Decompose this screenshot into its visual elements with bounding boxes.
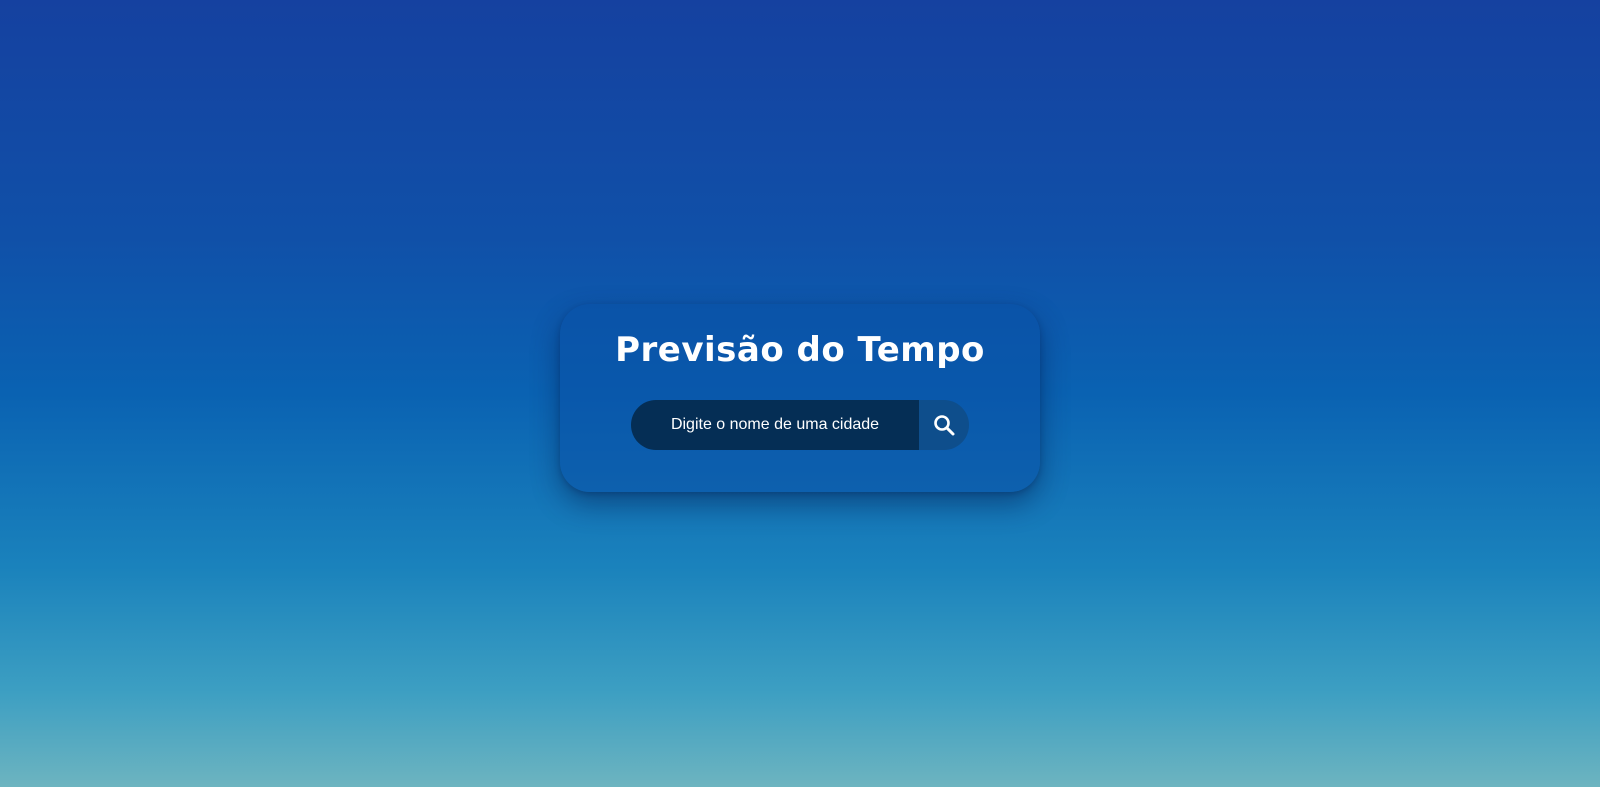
page-title: Previsão do Tempo: [615, 330, 985, 370]
search-input[interactable]: [631, 400, 919, 450]
search-button[interactable]: [919, 400, 969, 450]
weather-card: Previsão do Tempo: [560, 304, 1040, 492]
search-icon: [934, 415, 955, 436]
search-bar: [631, 400, 969, 450]
